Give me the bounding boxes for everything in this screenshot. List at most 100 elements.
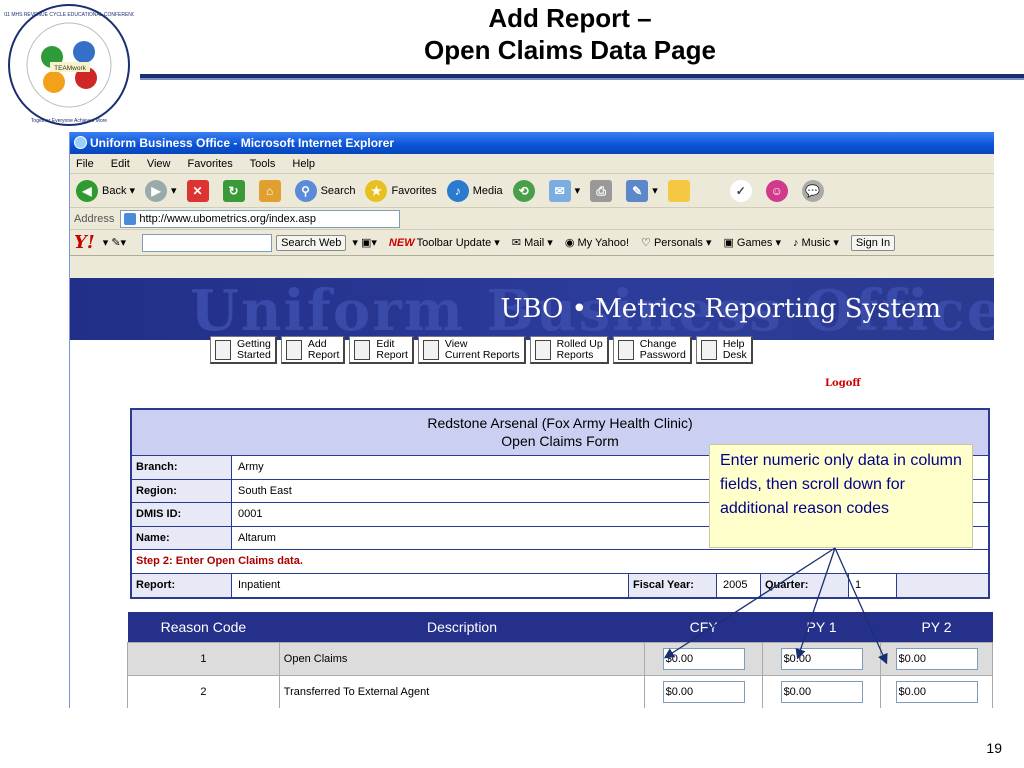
yahoo-search-input[interactable] <box>142 233 273 252</box>
spellcheck-button[interactable]: ✓ <box>729 179 756 202</box>
menu-view[interactable]: View <box>147 158 171 170</box>
mail-link[interactable]: ✉ Mail ▾ <box>512 236 553 249</box>
print-button[interactable]: ⎙ <box>590 179 616 202</box>
refresh-button[interactable]: ↻ <box>222 179 249 202</box>
report-row-filler <box>897 573 988 597</box>
dmis-label: DMIS ID: <box>132 503 232 526</box>
col-reason-code: Reason Code <box>127 612 280 642</box>
history-icon: ⟲ <box>512 179 535 202</box>
slide-title: Add Report – Open Claims Data Page <box>360 2 780 66</box>
toolbar-update-link[interactable]: NEW Toolbar Update ▾ <box>389 236 500 249</box>
reason-code-table: Reason Code Description CFY PY 1 PY 2 1 … <box>127 612 993 708</box>
col-py2: PY 2 <box>880 612 993 642</box>
yahoo-toolbar: Y! ▾ ✎▾ Search Web ▾ ▣▾ NEW Toolbar Updat… <box>70 230 994 256</box>
col-cfy: CFY <box>644 612 763 642</box>
folder-icon <box>667 179 690 202</box>
music-link[interactable]: ♪ Music ▾ <box>793 236 839 249</box>
yahoo-pencil-icon[interactable]: ▾ ✎▾ <box>103 236 126 249</box>
facility-name: Redstone Arsenal (Fox Army Health Clinic… <box>427 415 693 431</box>
slide: TEAMwork 2011 MHS REVENUE CYCLE EDUCATIO… <box>0 0 1024 768</box>
description-cell: Open Claims <box>278 641 646 676</box>
menu-file[interactable]: File <box>76 158 94 170</box>
search-web-button[interactable]: Search Web <box>276 234 347 251</box>
report-label: Report: <box>132 573 232 597</box>
discuss-button[interactable]: 💬 <box>801 179 828 202</box>
window-titlebar[interactable]: Uniform Business Office - Microsoft Inte… <box>70 132 994 154</box>
back-button[interactable]: ◀ Back ▾ <box>76 179 135 202</box>
browser-toolbar: ◀ Back ▾ ▶ ▾ ✕ ↻ ⌂ ⚲ Search ★ Favorites ♪… <box>70 174 994 208</box>
edit-icon: ✎ <box>626 179 649 202</box>
nav-edit-report[interactable]: Edit Report <box>349 336 414 364</box>
py2-input[interactable] <box>895 680 978 703</box>
nav-view-current-reports[interactable]: View Current Reports <box>417 336 526 364</box>
logoff-link[interactable]: Logoff <box>825 378 861 389</box>
slide-title-line2: Open Claims Data Page <box>424 35 716 65</box>
svg-text:2011 MHS REVENUE CYCLE EDUCATI: 2011 MHS REVENUE CYCLE EDUCATIONAL CONFE… <box>4 12 134 18</box>
media-icon: ♪ <box>446 179 469 202</box>
instruction-callout: Enter numeric only data in column fields… <box>709 444 973 548</box>
games-link[interactable]: ▣ Games ▾ <box>723 236 781 249</box>
banner-title: UBO • Metrics Reporting System <box>500 294 942 324</box>
col-description: Description <box>279 612 645 642</box>
pencil-icon <box>354 339 371 360</box>
favorites-button[interactable]: ★ Favorites <box>365 179 437 202</box>
menu-tools[interactable]: Tools <box>250 158 276 170</box>
fiscal-year-label: Fiscal Year: <box>629 573 717 597</box>
fiscal-year-value: 2005 <box>717 573 761 597</box>
menu-edit[interactable]: Edit <box>111 158 130 170</box>
mail-button[interactable]: ✉ ▾ <box>548 179 580 202</box>
my-yahoo-link[interactable]: ◉ My Yahoo! <box>565 236 629 249</box>
region-label: Region: <box>132 479 232 502</box>
description-cell: Transferred To External Agent <box>278 674 646 708</box>
slide-title-line1: Add Report – <box>488 3 652 33</box>
discuss-icon: 💬 <box>801 179 824 202</box>
media-button[interactable]: ♪ Media <box>446 179 503 202</box>
svg-text:TEAMwork: TEAMwork <box>54 65 87 72</box>
py1-input[interactable] <box>780 647 863 670</box>
help-desk-icon <box>700 339 717 360</box>
clipboard-icon <box>617 339 634 360</box>
forward-button[interactable]: ▶ ▾ <box>145 179 177 202</box>
yahoo-options-dropdown[interactable]: ▾ ▣▾ <box>352 236 377 249</box>
personals-link[interactable]: ♡ Personals ▾ <box>641 236 711 249</box>
quarter-label: Quarter: <box>761 573 849 597</box>
py1-input[interactable] <box>780 680 863 703</box>
site-banner: Uniform Business Office UBO • Metrics Re… <box>70 278 994 340</box>
stop-button[interactable]: ✕ <box>186 179 213 202</box>
nav-change-password[interactable]: Change Password <box>612 336 692 364</box>
home-button[interactable]: ⌂ <box>258 179 285 202</box>
messenger-button[interactable]: ☺ <box>765 179 792 202</box>
address-label: Address <box>74 212 115 225</box>
report-value: Inpatient <box>232 573 629 597</box>
nav-add-report[interactable]: Add Report <box>280 336 346 364</box>
history-button[interactable]: ⟲ <box>512 179 539 202</box>
menu-bar: File Edit View Favorites Tools Help <box>70 154 994 174</box>
menu-favorites[interactable]: Favorites <box>188 158 233 170</box>
reason-code-cell: 2 <box>127 674 280 708</box>
sign-in-button[interactable]: Sign In <box>850 234 896 251</box>
nav-getting-started[interactable]: Getting Started <box>210 336 277 364</box>
name-label: Name: <box>132 526 232 549</box>
browser-window: Uniform Business Office - Microsoft Inte… <box>69 132 994 708</box>
mail-icon: ✉ <box>548 179 571 202</box>
checkmark-icon: ✓ <box>729 179 752 202</box>
nav-rolled-up-reports[interactable]: Rolled Up Reports <box>529 336 609 364</box>
py2-input[interactable] <box>895 647 978 670</box>
step-row: Step 2: Enter Open Claims data. <box>132 550 988 574</box>
menu-help[interactable]: Help <box>292 158 315 170</box>
folder-button[interactable] <box>667 179 694 202</box>
cfy-input[interactable] <box>662 680 745 703</box>
address-input[interactable]: http://www.ubometrics.org/index.asp <box>120 209 401 228</box>
document-icon <box>215 339 231 360</box>
yahoo-logo[interactable]: Y! <box>74 232 95 253</box>
site-nav: Getting Started Add Report Edit Report View… <box>210 336 930 368</box>
cfy-input[interactable] <box>662 647 745 670</box>
messenger-icon: ☺ <box>765 179 788 202</box>
edit-button[interactable]: ✎ ▾ <box>626 179 658 202</box>
search-button[interactable]: ⚲ Search <box>294 179 355 202</box>
address-bar: Address http://www.ubometrics.org/index.… <box>70 208 994 230</box>
stack-icon <box>534 339 551 360</box>
page-icon <box>124 212 137 225</box>
col-py1: PY 1 <box>762 612 881 642</box>
nav-help-desk[interactable]: Help Desk <box>695 336 753 364</box>
